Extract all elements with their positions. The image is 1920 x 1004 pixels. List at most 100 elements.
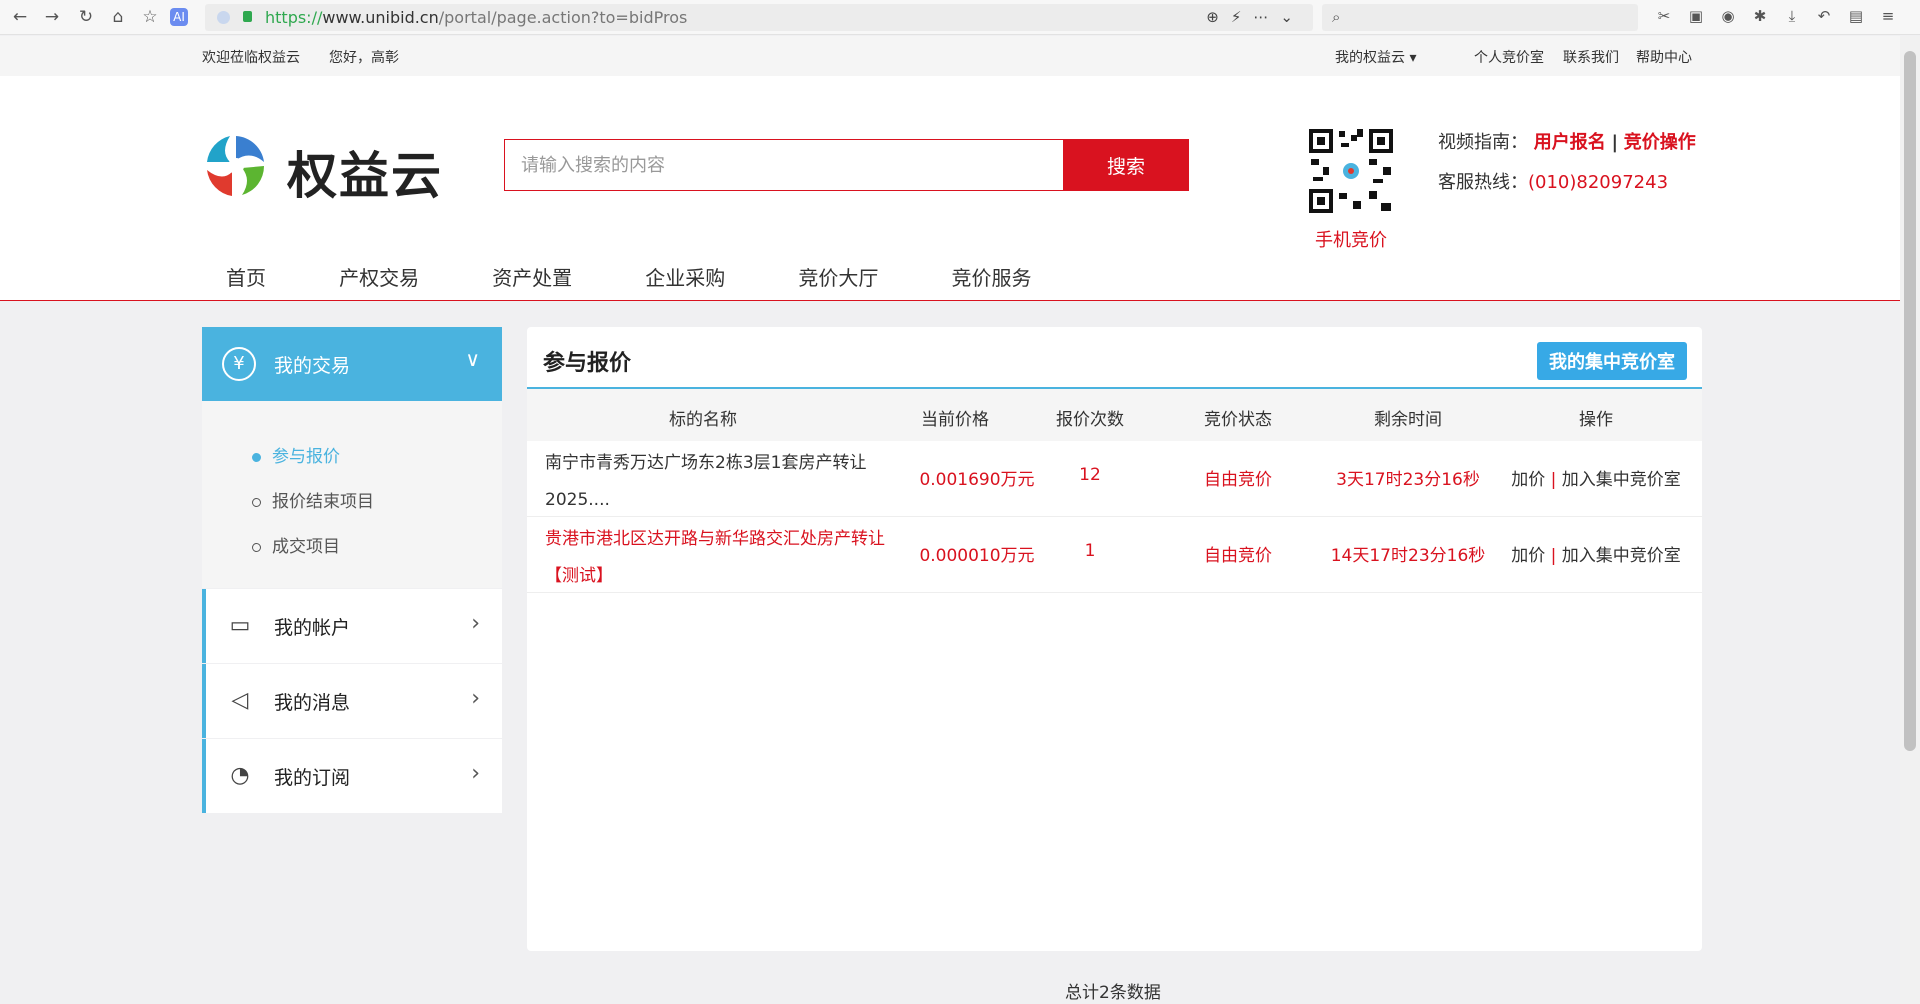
bid-status: 自由竞价: [1204, 470, 1272, 490]
download-icon[interactable]: ⤓: [1776, 7, 1808, 25]
sidebar-item-bid-ended[interactable]: 报价结束项目: [250, 480, 502, 525]
bid-count: 12: [1079, 465, 1101, 485]
contact-us-link[interactable]: 联系我们: [1563, 47, 1619, 67]
briefcase-icon[interactable]: ▤: [1840, 7, 1872, 25]
scissors-icon[interactable]: ✂: [1648, 7, 1680, 25]
gamepad-icon[interactable]: ◉: [1712, 7, 1744, 25]
undo-icon[interactable]: ↶: [1808, 7, 1840, 25]
browser-toolbar: ← → ↻ ⌂ ☆ AI https://www.unibid.cn/porta…: [0, 0, 1920, 35]
search-button[interactable]: 搜索: [1063, 139, 1189, 191]
user-registration-link[interactable]: 用户报名: [1534, 132, 1606, 153]
zoom-icon[interactable]: ⊕: [1206, 8, 1231, 26]
qr-code-image: [1307, 127, 1395, 215]
sidebar-item-my-messages[interactable]: ◁ 我的消息 ›: [202, 664, 502, 738]
nav-bid-hall[interactable]: 竞价大厅: [798, 262, 878, 291]
sidebar-item-my-account[interactable]: ▭ 我的帐户 ›: [202, 589, 502, 663]
video-guide-label: 视频指南：: [1438, 132, 1528, 153]
sidebar-item-label: 报价结束项目: [272, 492, 374, 512]
column-header: 剩余时间: [1374, 410, 1442, 430]
my-central-bid-room-button[interactable]: 我的集中竞价室: [1537, 342, 1687, 380]
back-icon[interactable]: ←: [8, 6, 32, 28]
item-name-link[interactable]: 南宁市青秀万达广场东2栋3层1套房产转让2025....: [545, 445, 905, 519]
sidebar-item-my-subscriptions[interactable]: ◔ 我的订阅 ›: [202, 739, 502, 813]
rss-icon: ◔: [230, 763, 250, 788]
column-header: 报价次数: [1056, 410, 1124, 430]
item-name-link[interactable]: 贵港市港北区达开路与新华路交汇处房产转让【测试】: [545, 521, 905, 595]
sidebar-item-label: 我的消息: [274, 692, 351, 714]
logo-text[interactable]: 权益云: [287, 136, 443, 208]
guide-separator: |: [1611, 132, 1619, 153]
menu-icon[interactable]: ≡: [1872, 7, 1904, 25]
puzzle-icon[interactable]: ✱: [1744, 7, 1776, 25]
bullet-icon: [252, 498, 261, 507]
ai-extension-icon[interactable]: AI: [170, 8, 188, 26]
column-header: 操作: [1579, 410, 1613, 430]
sidebar-item-label: 我的帐户: [274, 617, 351, 639]
action-separator: |: [1550, 546, 1557, 566]
row-actions: 加价 | 加入集中竞价室: [1511, 541, 1681, 566]
nav-property-trade[interactable]: 产权交易: [339, 262, 419, 291]
chevron-right-icon: ›: [471, 761, 480, 786]
home-icon[interactable]: ⌂: [106, 6, 130, 28]
chevron-right-icon: ›: [471, 611, 480, 636]
site-info-icon[interactable]: [217, 11, 230, 24]
bid-operation-link[interactable]: 竞价操作: [1624, 132, 1696, 153]
sidebar-item-label: 参与报价: [272, 447, 340, 467]
panel-title: 参与报价: [543, 351, 632, 376]
personal-bid-room-link[interactable]: 个人竞价室: [1474, 47, 1544, 67]
column-header: 标的名称: [669, 410, 737, 430]
column-header: 当前价格: [921, 410, 989, 430]
address-bar[interactable]: https://www.unibid.cn/portal/page.action…: [205, 4, 1313, 31]
sidebar-submenu: 参与报价 报价结束项目 成交项目: [202, 401, 502, 588]
table-row: 贵港市港北区达开路与新华路交汇处房产转让【测试】 0.000010万元 1 自由…: [527, 517, 1702, 593]
my-cloud-menu[interactable]: 我的权益云 ▾: [1335, 47, 1416, 67]
search-input[interactable]: [504, 139, 1064, 191]
nav-enterprise-purchase[interactable]: 企业采购: [645, 262, 725, 291]
lock-icon: [243, 11, 252, 22]
site-header: 权益云 搜索 手机竞价 视频指南： 用户报名 | 竞价操作 客服热线：(010)…: [0, 76, 1900, 301]
speaker-icon: ◁: [231, 688, 249, 713]
action-separator: |: [1550, 470, 1557, 490]
main-nav: 首页 产权交易 资产处置 企业采购 竞价大厅 竞价服务: [202, 262, 1075, 292]
raise-price-link[interactable]: 加价: [1511, 470, 1545, 490]
hotline-label: 客服热线：: [1438, 172, 1528, 193]
join-central-room-link[interactable]: 加入集中竞价室: [1562, 546, 1681, 566]
lightning-icon[interactable]: ⚡: [1231, 8, 1254, 26]
translate-icon[interactable]: ▣: [1680, 7, 1712, 25]
top-info-bar: 欢迎莅临权益云 您好，高彰 我的权益云 ▾ 个人竞价室 联系我们 帮助中心: [0, 36, 1900, 76]
caret-down-icon: ▾: [1409, 50, 1417, 66]
remaining-time: 3天17时23分16秒: [1336, 470, 1480, 490]
reload-icon[interactable]: ↻: [74, 6, 98, 28]
forward-icon[interactable]: →: [40, 6, 64, 28]
nav-bid-service[interactable]: 竞价服务: [951, 262, 1031, 291]
bookmark-star-icon[interactable]: ☆: [138, 6, 162, 28]
sidebar-item-deal-projects[interactable]: 成交项目: [250, 525, 502, 570]
more-icon[interactable]: ⋯: [1253, 8, 1280, 26]
sidebar-item-participate-bid[interactable]: 参与报价: [250, 435, 502, 480]
bullet-icon: [252, 453, 261, 462]
nav-asset-disposal[interactable]: 资产处置: [492, 262, 572, 291]
service-hotline: 客服热线：(010)82097243: [1438, 168, 1668, 194]
raise-price-link[interactable]: 加价: [1511, 546, 1545, 566]
join-central-room-link[interactable]: 加入集中竞价室: [1562, 470, 1681, 490]
chevron-down-icon: ∨: [465, 347, 480, 371]
nav-home[interactable]: 首页: [226, 262, 266, 291]
logo-icon[interactable]: [202, 132, 270, 200]
row-actions: 加价 | 加入集中竞价室: [1511, 465, 1681, 490]
help-center-link[interactable]: 帮助中心: [1636, 47, 1692, 67]
welcome-text: 欢迎莅临权益云: [202, 50, 300, 66]
search-icon: ⌕: [1332, 8, 1341, 26]
scrollbar-thumb[interactable]: [1904, 51, 1916, 751]
chevron-right-icon: ›: [471, 686, 480, 711]
total-count: 总计2条数据: [1065, 983, 1161, 1003]
sidebar-item-label: 我的订阅: [274, 767, 351, 789]
page-scrollbar[interactable]: [1900, 36, 1920, 1004]
chevron-down-icon[interactable]: ⌄: [1280, 8, 1305, 26]
extension-icons: ✂ ▣ ◉ ✱ ⤓ ↶ ▤ ≡: [1648, 7, 1904, 25]
url-text[interactable]: https://www.unibid.cn/portal/page.action…: [265, 8, 687, 27]
sidebar-section-my-trade[interactable]: ¥ 我的交易 ∨: [202, 327, 502, 401]
current-price: 0.000010万元: [919, 546, 1035, 566]
yen-icon: ¥: [222, 347, 256, 381]
browser-search-box[interactable]: ⌕: [1322, 4, 1638, 31]
remaining-time: 14天17时23分16秒: [1330, 546, 1486, 566]
